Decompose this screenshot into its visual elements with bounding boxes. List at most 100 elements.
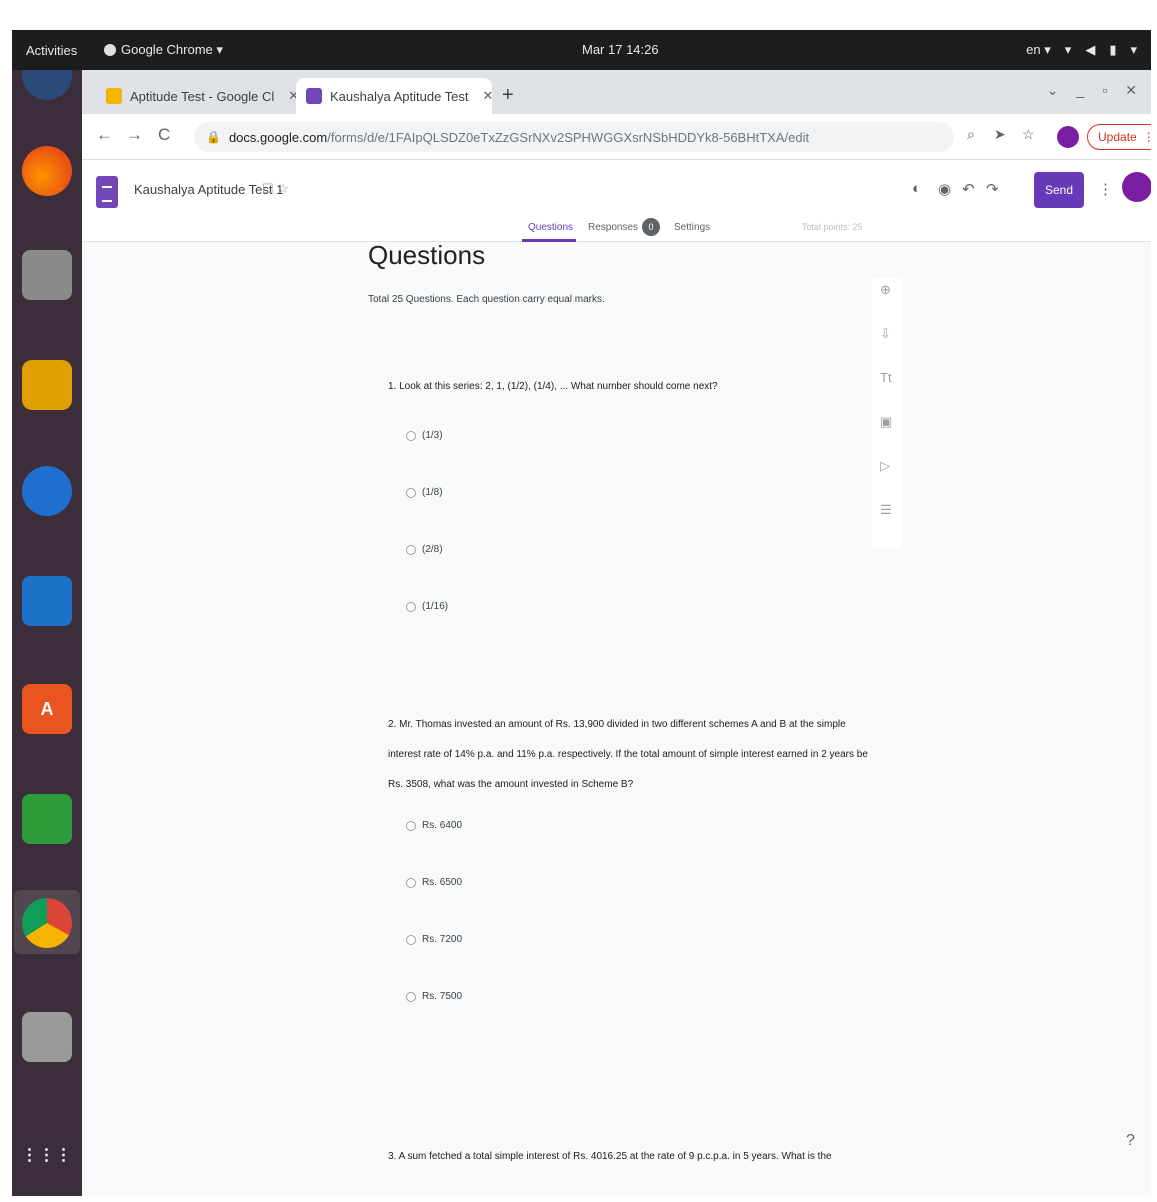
forward-icon[interactable]: → bbox=[126, 125, 143, 145]
language-indicator[interactable]: en ▾ bbox=[1026, 42, 1051, 58]
google-forms-logo-icon[interactable] bbox=[96, 176, 118, 208]
tab-kaushalya-aptitude[interactable]: Kaushalya Aptitude Test ✕ bbox=[296, 78, 494, 114]
volume-icon: ◀ bbox=[1085, 42, 1096, 57]
question-1-title[interactable]: 1. Look at this series: 2, 1, (1/2), (1/… bbox=[388, 372, 868, 402]
reload-icon[interactable]: C bbox=[158, 125, 170, 145]
question-2-option-4[interactable]: Rs. 7500 bbox=[406, 991, 462, 1002]
google-classroom-icon bbox=[106, 88, 122, 104]
radio-button[interactable] bbox=[406, 487, 416, 498]
activities-button[interactable]: Activities bbox=[12, 43, 90, 58]
url-host: docs.google.com bbox=[228, 129, 328, 145]
option-label: (1/8) bbox=[422, 487, 443, 498]
add-title-icon[interactable]: Tt bbox=[880, 370, 892, 385]
new-tab-button[interactable]: + bbox=[502, 84, 514, 107]
libreoffice-calc-icon[interactable] bbox=[22, 794, 72, 844]
add-question-icon[interactable]: ⊕ bbox=[880, 282, 891, 298]
software-center-icon[interactable]: A bbox=[22, 684, 72, 734]
forms-header: Kaushalya Aptitude Test 1 ☐ ☆ ◐ ◉ ↶ ↷ Se… bbox=[82, 160, 1151, 242]
tab-questions[interactable]: Questions bbox=[528, 222, 573, 233]
option-label: (1/16) bbox=[422, 601, 449, 612]
add-section-icon[interactable]: ☰ bbox=[880, 502, 892, 518]
undo-icon[interactable]: ↶ bbox=[962, 180, 975, 198]
response-count-badge: 0 bbox=[642, 218, 660, 236]
firefox-icon[interactable] bbox=[22, 146, 72, 196]
tab-aptitude-test[interactable]: Aptitude Test - Google Cl ✕ bbox=[96, 78, 299, 114]
question-2-title[interactable]: 2. Mr. Thomas invested an amount of Rs. … bbox=[388, 710, 868, 800]
radio-button[interactable] bbox=[406, 820, 416, 831]
folder-star-icon[interactable]: ☐ ☆ bbox=[262, 181, 289, 197]
tab-label: Aptitude Test - Google Cl bbox=[130, 88, 275, 104]
question-1-option-1[interactable]: (1/3) bbox=[406, 430, 443, 441]
minimize-icon[interactable]: _ bbox=[1077, 82, 1085, 99]
disk-icon[interactable] bbox=[22, 1012, 72, 1062]
bookmark-star-icon[interactable]: ☆ bbox=[1022, 126, 1035, 143]
back-icon[interactable]: ← bbox=[96, 125, 113, 145]
question-1-option-3[interactable]: (2/8) bbox=[406, 544, 443, 555]
option-label: Rs. 6500 bbox=[422, 877, 463, 888]
section-title[interactable]: Questions bbox=[368, 240, 485, 271]
tab-strip: Aptitude Test - Google Cl ✕ Kaushalya Ap… bbox=[82, 70, 1151, 114]
system-top-bar: Activities Google Chrome ▾ Mar 17 14:26 … bbox=[12, 30, 1151, 70]
more-options-icon[interactable]: ⋮ bbox=[1098, 180, 1113, 198]
lock-icon: 🔒 bbox=[206, 130, 221, 144]
browser-toolbar: ← → C 🔒 docs.google.com /forms/d/e/1FAIp… bbox=[82, 114, 1151, 160]
import-questions-icon[interactable]: ⇩ bbox=[880, 326, 891, 342]
rhythmbox-icon[interactable] bbox=[22, 360, 72, 410]
app-menu-label: Google Chrome ▾ bbox=[121, 42, 223, 57]
more-menu-icon: ⋮ bbox=[1142, 130, 1151, 144]
question-2-option-1[interactable]: Rs. 6400 bbox=[406, 820, 462, 831]
window-controls: ⌄ _ ▫ ✕ bbox=[1047, 82, 1137, 99]
app-menu[interactable]: Google Chrome ▾ bbox=[104, 42, 223, 58]
dock-top-app-icon[interactable] bbox=[22, 70, 72, 100]
add-image-icon[interactable]: ▣ bbox=[880, 414, 892, 430]
form-title[interactable]: Kaushalya Aptitude Test 1 bbox=[134, 182, 283, 197]
battery-icon: ▮ bbox=[1109, 42, 1117, 57]
question-1-option-2[interactable]: (1/8) bbox=[406, 487, 443, 498]
close-window-icon[interactable]: ✕ bbox=[1125, 82, 1137, 99]
help-icon[interactable]: ? bbox=[1126, 1132, 1135, 1150]
question-2-option-3[interactable]: Rs. 7200 bbox=[406, 934, 462, 945]
radio-button[interactable] bbox=[406, 430, 416, 441]
send-button[interactable]: Send bbox=[1034, 172, 1084, 208]
maximize-icon[interactable]: ▫ bbox=[1102, 82, 1107, 99]
radio-button[interactable] bbox=[406, 601, 416, 612]
add-video-icon[interactable]: ▷ bbox=[880, 458, 890, 474]
radio-button[interactable] bbox=[406, 544, 416, 555]
preview-eye-icon[interactable]: ◉ bbox=[938, 180, 951, 198]
chrome-icon[interactable] bbox=[22, 898, 72, 948]
radio-button[interactable] bbox=[406, 991, 416, 1002]
redo-icon[interactable]: ↷ bbox=[986, 180, 999, 198]
radio-button[interactable] bbox=[406, 934, 416, 945]
question-3-title[interactable]: 3. A sum fetched a total simple interest… bbox=[388, 1142, 868, 1172]
url-path: /forms/d/e/1FAIpQLSDZ0eTxZzGSrNXv2SPHWGG… bbox=[327, 129, 810, 145]
question-2-option-2[interactable]: Rs. 6500 bbox=[406, 877, 462, 888]
share-icon[interactable]: ➤ bbox=[994, 126, 1006, 143]
option-label: Rs. 7500 bbox=[422, 991, 463, 1002]
google-forms-icon bbox=[306, 88, 322, 104]
section-description[interactable]: Total 25 Questions. Each question carry … bbox=[368, 294, 605, 305]
libreoffice-writer-icon[interactable] bbox=[22, 576, 72, 626]
profile-avatar[interactable] bbox=[1057, 126, 1079, 148]
tab-settings[interactable]: Settings bbox=[674, 222, 710, 233]
address-bar[interactable]: 🔒 docs.google.com /forms/d/e/1FAIpQLSDZ0… bbox=[194, 122, 954, 152]
show-applications-icon[interactable]: ⋮⋮⋮ bbox=[22, 1130, 72, 1180]
tab-responses[interactable]: Responses bbox=[588, 222, 638, 233]
zoom-icon[interactable]: ⌕ bbox=[967, 126, 975, 143]
close-icon[interactable]: ✕ bbox=[483, 88, 494, 104]
thunderbird-icon[interactable] bbox=[22, 466, 72, 516]
application-dock: A ⋮⋮⋮ bbox=[12, 70, 82, 1196]
system-tray[interactable]: en ▾ ▾ ◀ ▮ ▾ bbox=[1026, 42, 1137, 58]
files-icon[interactable] bbox=[22, 250, 72, 300]
option-label: Rs. 6400 bbox=[422, 820, 463, 831]
option-label: (1/3) bbox=[422, 430, 443, 441]
palette-icon[interactable]: ◐ bbox=[912, 180, 921, 197]
form-body: Questions Total 25 Questions. Each quest… bbox=[82, 240, 1151, 1196]
account-avatar[interactable] bbox=[1122, 172, 1151, 202]
chevron-down-icon[interactable]: ⌄ bbox=[1047, 82, 1059, 99]
radio-button[interactable] bbox=[406, 877, 416, 888]
clock[interactable]: Mar 17 14:26 bbox=[582, 42, 659, 57]
chrome-app-icon bbox=[104, 44, 116, 56]
tab-label: Kaushalya Aptitude Test bbox=[330, 88, 469, 104]
update-button[interactable]: Update ⋮ bbox=[1087, 124, 1151, 150]
question-1-option-4[interactable]: (1/16) bbox=[406, 601, 448, 612]
